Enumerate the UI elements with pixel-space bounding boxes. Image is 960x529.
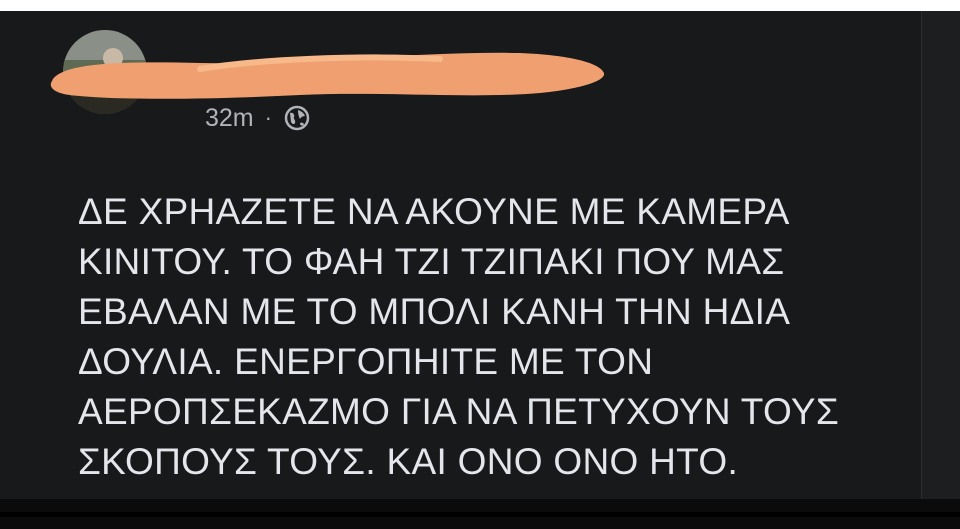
post-text-line: ΔΕ ΧΡΗΑΖΕΤΕ ΝΑ ΑΚΟΥΝΕ ΜΕ ΚΑΜΕΡΑ	[78, 191, 790, 232]
post-timestamp[interactable]: 32m	[205, 104, 254, 133]
redaction-scribble	[50, 52, 605, 99]
post-text-line: ΔΟΥΛΙΑ. ΕΝΕΡΓΟΠΗΙΤΕ ΜΕ ΤΟΝ	[78, 341, 654, 382]
post-card: 32m · ΔΕ ΧΡΗΑΖΕΤΕ ΝΑ ΑΚΟΥΝΕ ΜΕ ΚΑΜΕΡΑ ΚΙ…	[0, 11, 960, 499]
bottom-bar	[0, 499, 960, 529]
globe-icon[interactable]	[283, 104, 311, 132]
meta-separator: ·	[264, 105, 272, 130]
post-text-line: ΣΚΟΠΟΥΣ ΤΟΥΣ. ΚΑΙ ΟΝΟ ΟΝΟ ΗΤΟ.	[78, 441, 739, 482]
post-body-text: ΔΕ ΧΡΗΑΖΕΤΕ ΝΑ ΑΚΟΥΝΕ ΜΕ ΚΑΜΕΡΑ ΚΙΝΙΤΟΥ.…	[78, 187, 898, 487]
post-text-line: ΑΕΡΟΠΣΕΚΑΖΜΟ ΓΙΑ ΝΑ ΠΕΤΥΧΟΥΝ ΤΟΥΣ	[78, 391, 840, 432]
adjacent-card-edge	[921, 11, 960, 499]
divider	[0, 512, 960, 517]
post-text-line: ΕΒΑΛΑΝ ΜΕ ΤΟ ΜΠΟΛΙ ΚΑΝΗ ΤΗΝ ΗΔΙΑ	[78, 291, 791, 332]
post-meta: 32m ·	[205, 101, 311, 135]
post-text-line: ΚΙΝΙΤΟΥ. ΤΟ ΦΑΗ ΤΖΙ ΤΖΙΠΑΚΙ ΠΟΥ ΜΑΣ	[78, 241, 785, 282]
